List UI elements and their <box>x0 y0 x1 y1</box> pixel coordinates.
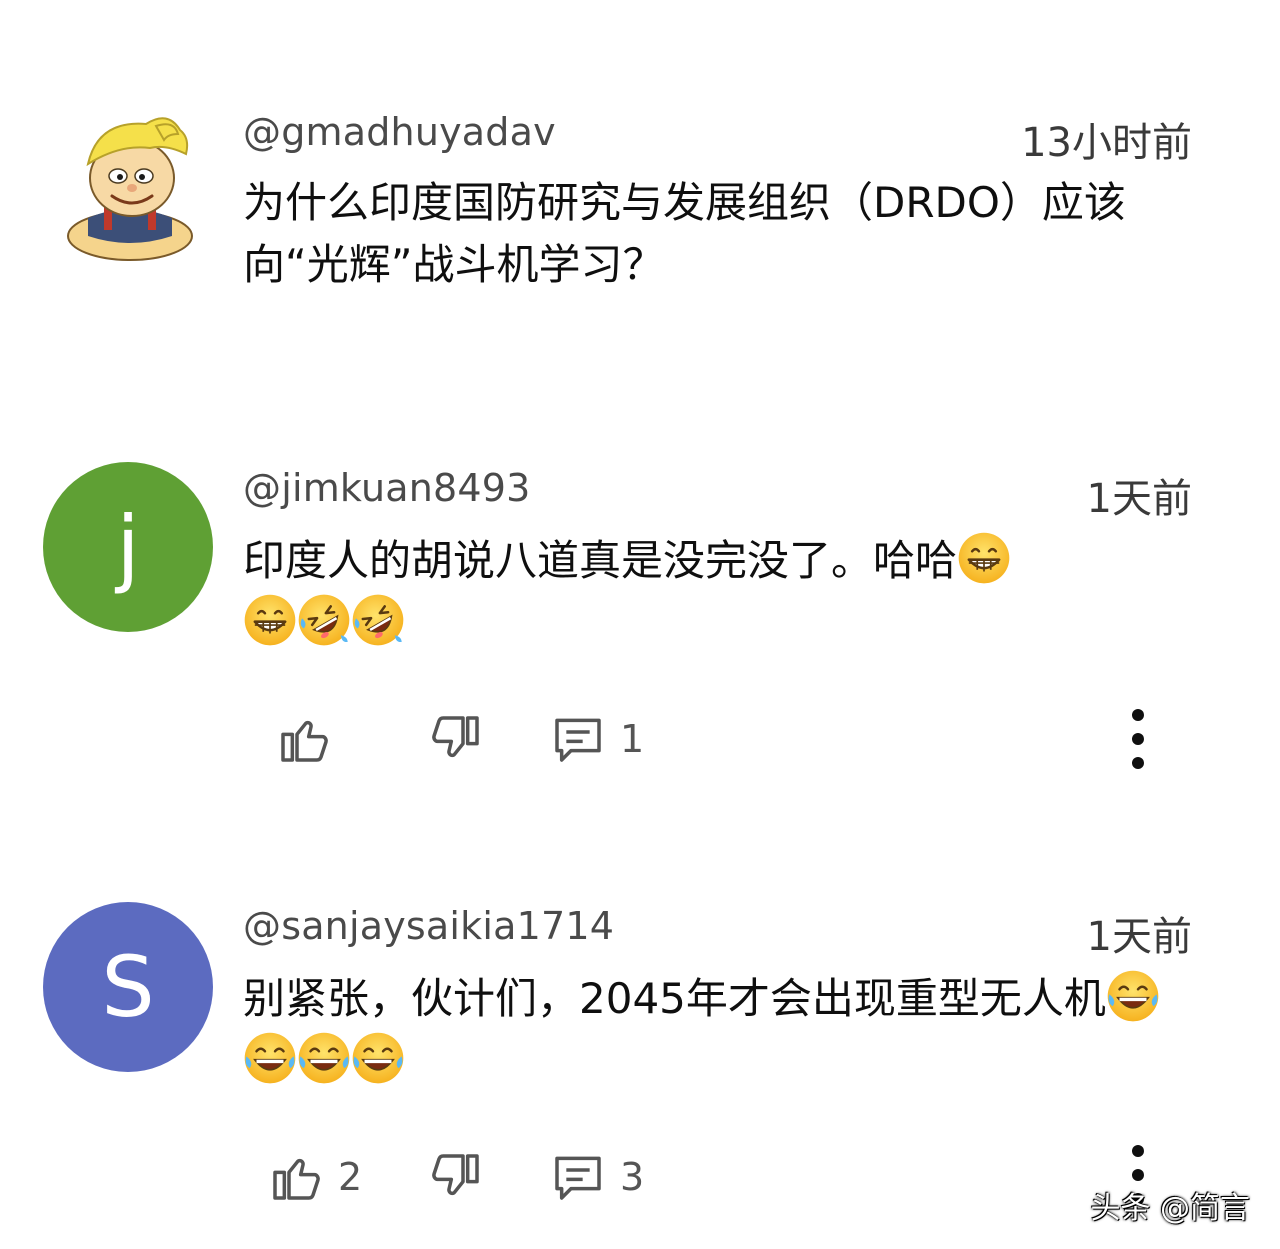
avatar[interactable]: j <box>43 462 213 632</box>
dot <box>1132 709 1144 721</box>
thumbs-up-icon <box>273 1158 320 1200</box>
tears-of-joy-face-icon <box>1106 969 1160 1023</box>
avatar[interactable]: S <box>43 902 213 1072</box>
comment-icon <box>555 718 601 762</box>
dot <box>1132 1145 1144 1157</box>
comment-text: 为什么印度国防研究与发展组织（DRDO）应该向“光辉”战斗机学习？ <box>243 178 1126 289</box>
comment-text: 别紧张，伙计们，2045年才会出现重型无人机 <box>243 974 1106 1023</box>
rofl-face-icon <box>297 593 351 647</box>
comment-icon <box>555 1156 601 1200</box>
comment-text: 印度人的胡说八道真是没完没了。哈哈 <box>243 536 958 585</box>
rofl-face-icon <box>351 593 405 647</box>
thumbs-down-icon <box>432 716 479 758</box>
tears-of-joy-face-icon <box>297 1031 351 1085</box>
comment-timestamp: 1天前 <box>1086 914 1192 960</box>
comment-actions: 1 <box>0 704 1280 774</box>
comment-timestamp: 1天前 <box>1086 476 1192 522</box>
grinning-face-icon <box>243 593 297 647</box>
watermark: 头条 @简言 <box>1090 1191 1250 1226</box>
comment-actions: 2 3 <box>0 1142 1280 1212</box>
comment-text-block: 印度人的胡说八道真是没完没了。哈哈 <box>243 530 1203 654</box>
dot <box>1132 757 1144 769</box>
more-options-button[interactable] <box>1118 704 1158 774</box>
like-count: 2 <box>338 1155 363 1199</box>
avatar[interactable] <box>60 108 200 268</box>
avatar-letter: j <box>116 498 140 596</box>
comment-username[interactable]: @sanjaysaikia1714 <box>243 904 614 948</box>
comment-username[interactable]: @jimkuan8493 <box>243 466 531 510</box>
grinning-face-icon <box>957 531 1011 585</box>
like-button[interactable] <box>276 704 346 774</box>
like-button[interactable]: 2 <box>268 1142 362 1212</box>
tears-of-joy-face-icon <box>243 1031 297 1085</box>
dislike-button[interactable] <box>428 704 484 774</box>
reply-count: 1 <box>620 717 645 761</box>
comment-username[interactable]: @gmadhuyadav <box>243 110 556 154</box>
thumbs-down-icon <box>432 1154 479 1196</box>
comment-text-block: 别紧张，伙计们，2045年才会出现重型无人机 <box>243 968 1203 1092</box>
tears-of-joy-face-icon <box>351 1031 405 1085</box>
dot <box>1132 733 1144 745</box>
cartoon-boy-avatar-icon <box>67 117 193 261</box>
thumbs-up-icon <box>281 720 328 762</box>
reply-button[interactable]: 3 <box>550 1142 644 1212</box>
reply-count: 3 <box>620 1155 645 1199</box>
dislike-button[interactable] <box>428 1142 484 1212</box>
reply-button[interactable]: 1 <box>550 704 644 774</box>
comment-timestamp: 13小时前 <box>1021 120 1192 166</box>
avatar-letter: S <box>101 938 155 1036</box>
dot <box>1132 1169 1144 1181</box>
